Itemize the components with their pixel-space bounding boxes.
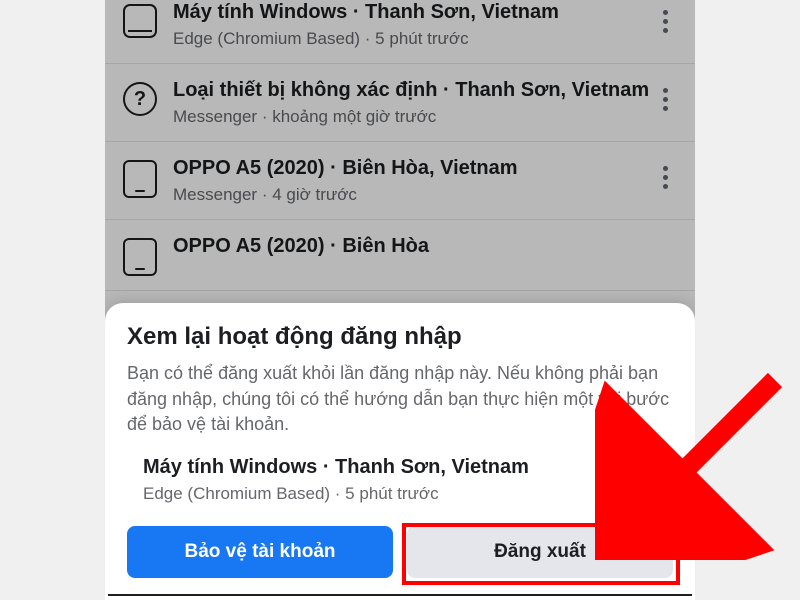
session-row[interactable]: Máy tính Windows · Thanh Sơn, Vietnam Ed… xyxy=(105,0,695,64)
monitor-icon xyxy=(123,4,157,38)
session-title: Loại thiết bị không xác định · Thanh Sơn… xyxy=(173,78,651,103)
mobile-icon xyxy=(123,238,157,276)
protect-account-button[interactable]: Bảo vệ tài khoản xyxy=(127,526,393,578)
question-icon xyxy=(123,82,157,116)
session-text: Loại thiết bị không xác định · Thanh Sơn… xyxy=(173,78,651,127)
bottom-sheet: Xem lại hoạt động đăng nhập Bạn có thể đ… xyxy=(105,303,695,600)
session-row[interactable]: Loại thiết bị không xác định · Thanh Sơn… xyxy=(105,64,695,142)
kebab-icon[interactable] xyxy=(651,78,679,121)
session-title: Máy tính Windows · Thanh Sơn, Vietnam xyxy=(173,0,651,25)
session-text: Máy tính Windows · Thanh Sơn, Vietnam Ed… xyxy=(173,0,651,49)
button-row: Bảo vệ tài khoản Đăng xuất xyxy=(127,526,673,578)
logout-button[interactable]: Đăng xuất xyxy=(407,526,673,578)
session-sub: Messenger · khoảng một giờ trước xyxy=(173,107,651,127)
session-text: OPPO A5 (2020) · Biên Hòa, Vietnam Messe… xyxy=(173,156,651,205)
sheet-description: Bạn có thể đăng xuất khỏi lần đăng nhập … xyxy=(127,361,673,437)
session-title: OPPO A5 (2020) · Biên Hòa xyxy=(173,234,679,259)
session-title: OPPO A5 (2020) · Biên Hòa, Vietnam xyxy=(173,156,651,181)
session-row[interactable]: OPPO A5 (2020) · Biên Hòa xyxy=(105,220,695,291)
session-sub: Edge (Chromium Based) · 5 phút trước xyxy=(173,29,651,49)
sheet-session: Máy tính Windows · Thanh Sơn, Vietnam Ed… xyxy=(127,455,673,504)
sheet-session-sub: Edge (Chromium Based) · 5 phút trước xyxy=(143,484,529,504)
session-sub: Messenger · 4 giờ trước xyxy=(173,185,651,205)
mobile-icon xyxy=(123,160,157,198)
kebab-icon[interactable] xyxy=(651,156,679,199)
sheet-session-text: Máy tính Windows · Thanh Sơn, Vietnam Ed… xyxy=(143,455,529,504)
sheet-session-title: Máy tính Windows · Thanh Sơn, Vietnam xyxy=(143,455,529,480)
phone-frame: Máy tính Windows · Thanh Sơn, Vietnam Ed… xyxy=(105,0,695,600)
sheet-title: Xem lại hoạt động đăng nhập xyxy=(127,323,673,351)
session-text: OPPO A5 (2020) · Biên Hòa xyxy=(173,234,679,259)
kebab-icon[interactable] xyxy=(651,0,679,43)
session-row[interactable]: OPPO A5 (2020) · Biên Hòa, Vietnam Messe… xyxy=(105,142,695,220)
